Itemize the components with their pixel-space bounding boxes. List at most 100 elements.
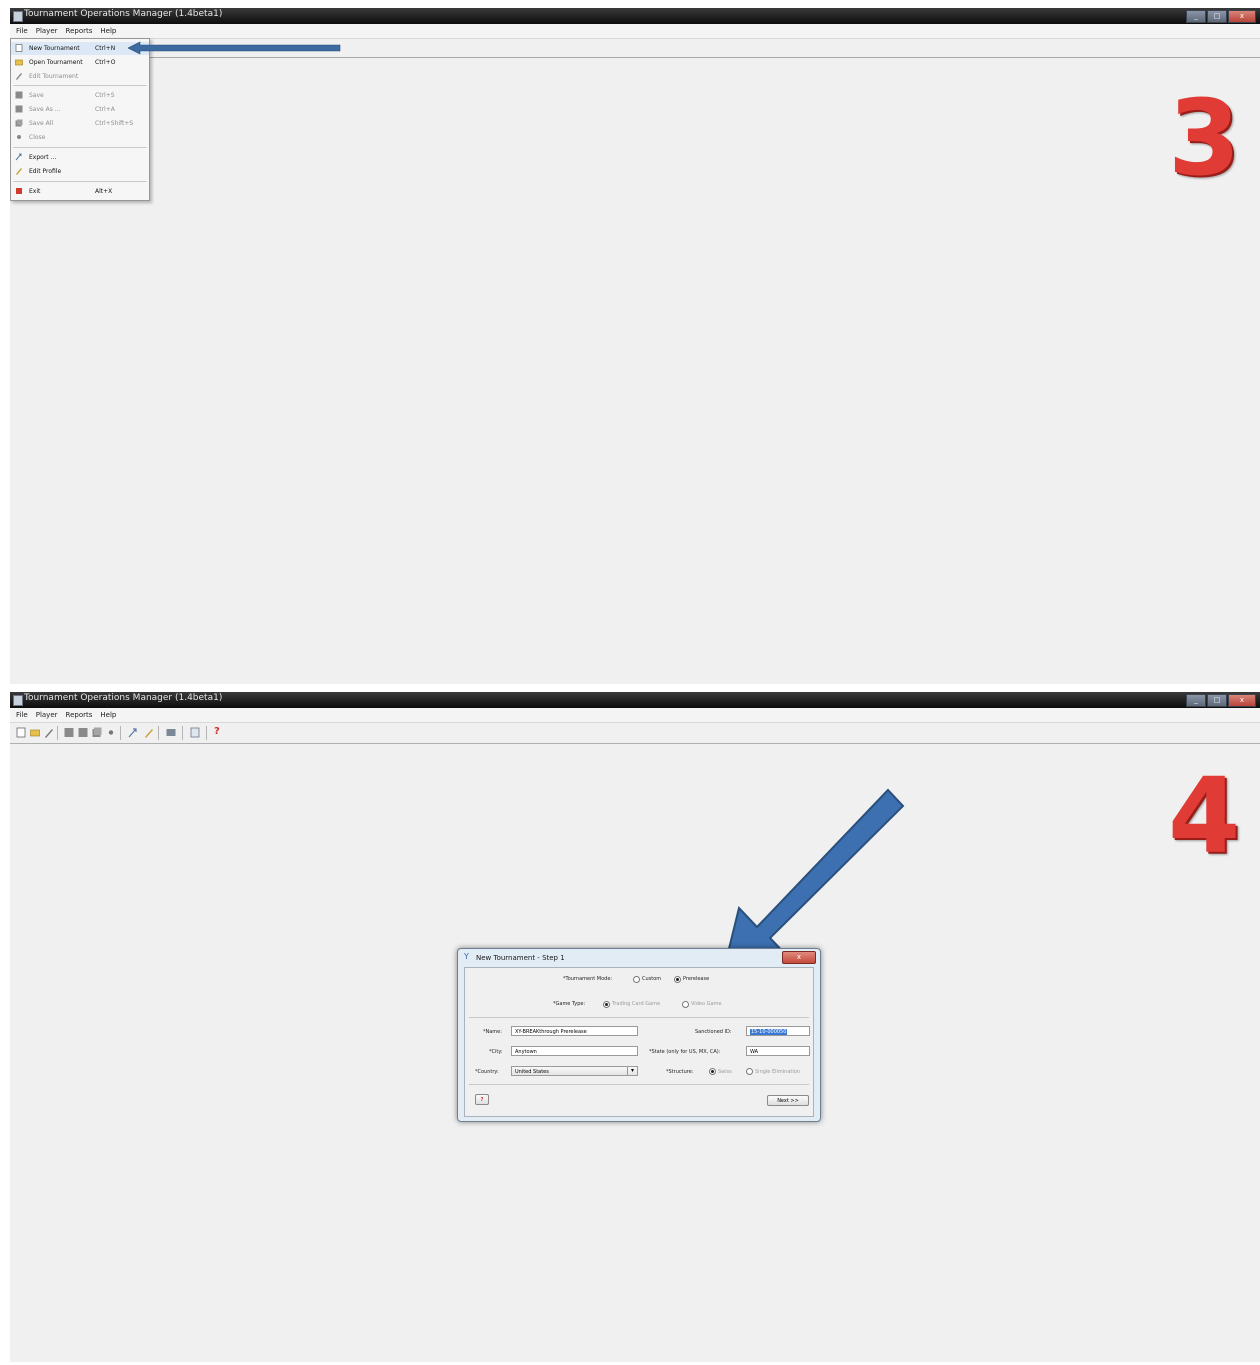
help-button[interactable]: ? [475, 1094, 489, 1105]
minimize-icon[interactable]: _ [1186, 10, 1206, 23]
dialog-divider [469, 1084, 809, 1085]
close-icon[interactable] [106, 727, 116, 738]
menu-item-open-tournament[interactable]: Open Tournament Ctrl+O [11, 56, 149, 69]
state-input[interactable]: WA [746, 1046, 810, 1056]
menu-item-export[interactable]: Export ... [11, 151, 149, 164]
toolbar-separator [158, 726, 159, 740]
radio-prerelease[interactable] [674, 976, 681, 983]
menu-file[interactable]: File [16, 711, 28, 719]
save-icon[interactable] [64, 727, 74, 738]
save-as-icon [15, 105, 23, 113]
window-titlebar: Tournament Operations Manager (1.4beta1)… [10, 692, 1260, 708]
radio-custom[interactable] [633, 976, 640, 983]
sanctioned-id-selected-text: 15-10-000050 [750, 1029, 788, 1035]
open-folder-icon[interactable] [30, 727, 40, 738]
toolbar-separator [57, 726, 58, 740]
window-controls: _ □ x [1185, 10, 1256, 23]
window-titlebar: Tournament Operations Manager (1.4beta1)… [10, 8, 1260, 24]
help-icon[interactable]: ? [214, 726, 220, 737]
country-label: *Country: [475, 1069, 499, 1075]
sanctioned-id-input[interactable]: 15-10-000050 [746, 1026, 810, 1036]
step-number: 3 [1168, 77, 1241, 199]
radio-trading-card-game-label: Trading Card Game [612, 1001, 661, 1007]
structure-label: *Structure: [666, 1069, 694, 1075]
new-document-icon[interactable] [16, 727, 26, 738]
close-icon [17, 135, 21, 139]
app-icon [13, 11, 23, 22]
step3-screenshot: Tournament Operations Manager (1.4beta1)… [10, 8, 1260, 684]
menu-item-save-all[interactable]: Save All Ctrl+Shift+S [11, 117, 149, 130]
country-selected-value: United States [515, 1069, 549, 1075]
menu-help[interactable]: Help [100, 711, 116, 719]
toolbar-separator [120, 726, 121, 740]
toolbar-separator [206, 726, 207, 740]
sanctioned-id-label: Sanctioned ID: [695, 1029, 732, 1035]
pointer-arrow [128, 41, 341, 55]
dialog-body: *Tournament Mode: Custom Prerelease *Gam… [464, 967, 814, 1117]
city-label: *City: [489, 1049, 503, 1055]
radio-single-elimination[interactable] [746, 1068, 753, 1075]
menu-item-exit[interactable]: Exit Alt+X [11, 185, 149, 198]
export-icon[interactable] [128, 727, 138, 738]
edit-icon [16, 73, 22, 80]
save-all-icon [15, 119, 23, 127]
dialog-title: New Tournament - Step 1 [476, 954, 565, 962]
maximize-icon[interactable]: □ [1207, 694, 1227, 707]
menu-bar: File Player Reports Help [10, 708, 1260, 723]
new-document-icon [15, 44, 23, 52]
save-icon [15, 91, 23, 99]
menu-item-close[interactable]: Close [11, 131, 149, 144]
menu-item-save[interactable]: Save Ctrl+S [11, 89, 149, 102]
app-icon [13, 695, 23, 706]
window-title: Tournament Operations Manager (1.4beta1) [24, 9, 223, 19]
radio-single-elimination-label: Single Elimination [755, 1069, 800, 1075]
step-number: 4 [1168, 755, 1241, 877]
next-button[interactable]: Next >> [767, 1095, 809, 1106]
trophy-icon: Y [464, 952, 469, 961]
radio-swiss-label: Swiss [718, 1069, 732, 1075]
menu-item-edit-tournament[interactable]: Edit Tournament [11, 70, 149, 83]
edit-icon[interactable] [44, 727, 54, 738]
dialog-close-button[interactable]: x [782, 951, 816, 964]
toolbar: ? [10, 723, 1260, 744]
close-window-icon[interactable]: x [1228, 10, 1256, 23]
dialog-divider [469, 1017, 809, 1018]
profile-icon [16, 168, 22, 175]
menu-separator [13, 85, 147, 86]
reports-icon[interactable] [190, 727, 200, 738]
radio-prerelease-label: Prerelease [683, 976, 710, 982]
menu-player[interactable]: Player [36, 27, 58, 35]
radio-video-game[interactable] [682, 1001, 689, 1008]
name-input[interactable]: XY-BREAKthrough Prerelease [511, 1026, 638, 1036]
profile-icon[interactable] [144, 727, 154, 738]
window-title: Tournament Operations Manager (1.4beta1) [24, 693, 223, 703]
game-type-label: *Game Type: [553, 1001, 586, 1007]
radio-swiss[interactable] [709, 1068, 716, 1075]
radio-video-game-label: Video Game [691, 1001, 722, 1007]
chevron-down-icon: ▾ [627, 1067, 637, 1075]
menu-reports[interactable]: Reports [66, 711, 93, 719]
menu-item-save-as[interactable]: Save As ... Ctrl+A [11, 103, 149, 116]
menu-reports[interactable]: Reports [66, 27, 93, 35]
menu-player[interactable]: Player [36, 711, 58, 719]
minimize-icon[interactable]: _ [1186, 694, 1206, 707]
close-window-icon[interactable]: x [1228, 694, 1256, 707]
state-label: *State (only for US, MX, CA): [649, 1049, 721, 1055]
radio-trading-card-game[interactable] [603, 1001, 610, 1008]
file-menu-dropdown: New Tournament Ctrl+N Open Tournament Ct… [10, 38, 150, 201]
new-tournament-dialog: Y New Tournament - Step 1 x *Tournament … [457, 948, 821, 1122]
save-all-icon[interactable] [92, 727, 102, 738]
save-as-icon[interactable] [78, 727, 88, 738]
menu-item-edit-profile[interactable]: Edit Profile [11, 165, 149, 178]
open-folder-icon [15, 59, 23, 66]
menu-separator [13, 181, 147, 182]
maximize-icon[interactable]: □ [1207, 10, 1227, 23]
window-controls: _ □ x [1185, 694, 1256, 707]
players-icon[interactable] [166, 727, 176, 738]
step4-screenshot: Tournament Operations Manager (1.4beta1)… [10, 692, 1260, 1362]
city-input[interactable]: Anytown [511, 1046, 638, 1056]
menu-help[interactable]: Help [100, 27, 116, 35]
toolbar-divider [10, 57, 1260, 58]
menu-file[interactable]: File [16, 27, 28, 35]
country-select[interactable]: United States ▾ [511, 1066, 638, 1076]
